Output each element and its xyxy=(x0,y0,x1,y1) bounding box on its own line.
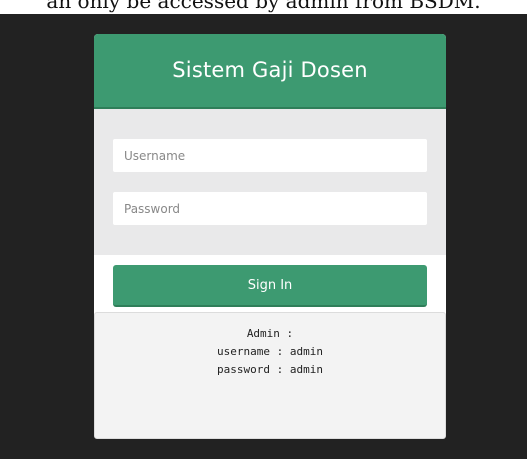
page-background: Sistem Gaji Dosen Sign In Admin : userna… xyxy=(0,14,527,459)
login-card: Sistem Gaji Dosen Sign In xyxy=(94,34,446,328)
password-input[interactable] xyxy=(113,192,427,225)
admin-info-line-1: Admin : xyxy=(246,327,294,340)
sign-in-button[interactable]: Sign In xyxy=(113,265,427,307)
login-fields xyxy=(94,109,446,255)
top-caption-strip: an only be accessed by admin from BSDM. xyxy=(0,0,527,14)
login-header: Sistem Gaji Dosen xyxy=(94,34,446,109)
top-caption-text: an only be accessed by admin from BSDM. xyxy=(46,0,481,13)
admin-info-text: Admin : username : admin password : admi… xyxy=(95,325,445,379)
admin-info-line-2: username : admin xyxy=(217,345,323,358)
username-input[interactable] xyxy=(113,139,427,172)
admin-info-box: Admin : username : admin password : admi… xyxy=(94,312,446,439)
admin-info-line-3: password : admin xyxy=(217,363,323,376)
login-title: Sistem Gaji Dosen xyxy=(172,58,368,82)
